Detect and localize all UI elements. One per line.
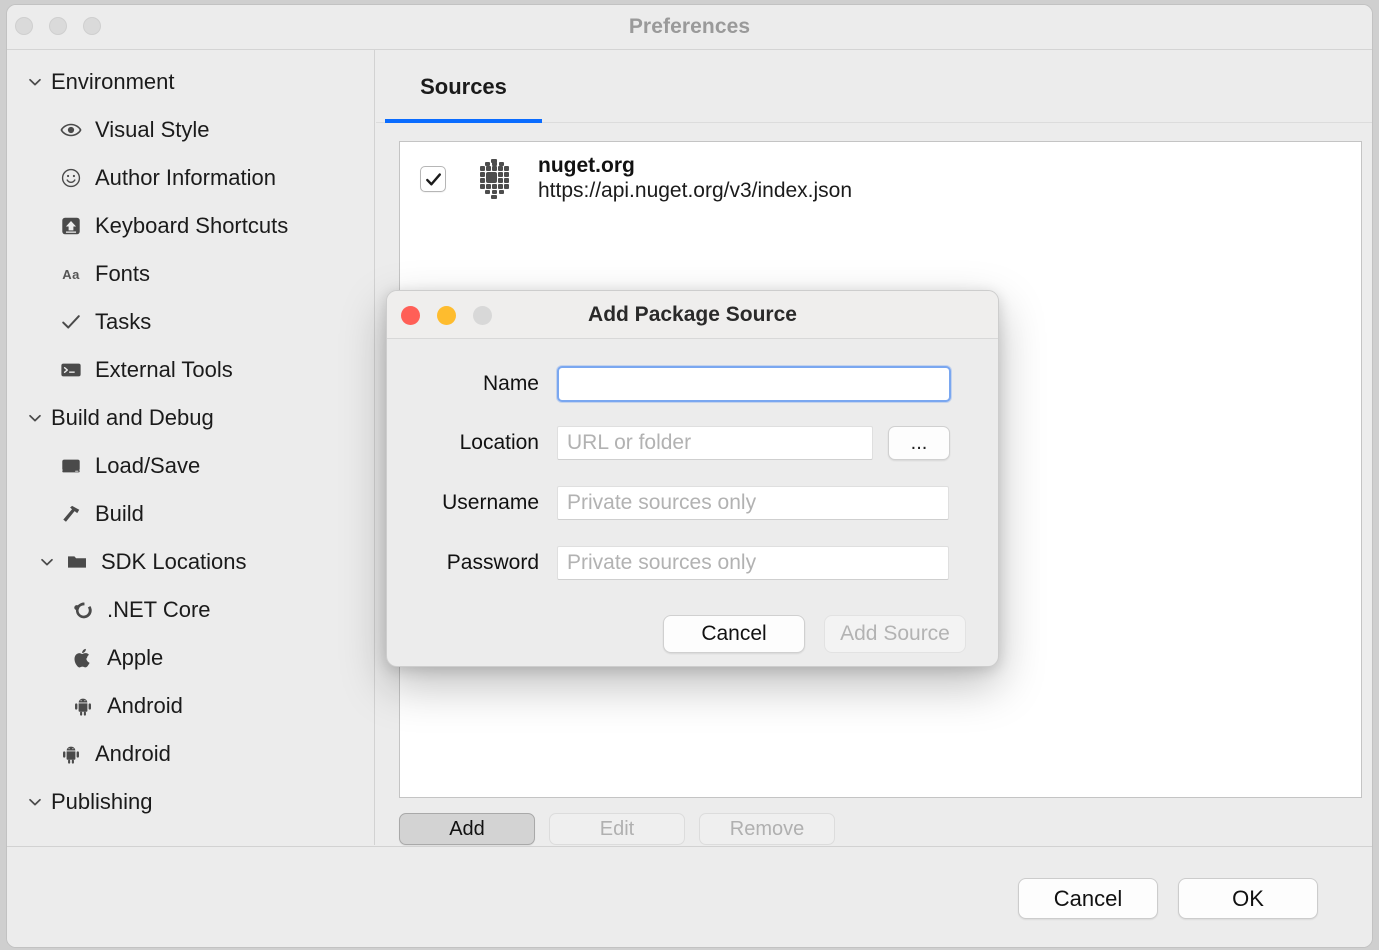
password-field-row: Password Private sources only: [387, 546, 949, 580]
source-enabled-checkbox[interactable]: [420, 166, 446, 192]
sidebar-item-label: Load/Save: [95, 455, 200, 477]
sidebar-item-label: Visual Style: [95, 119, 210, 141]
sidebar-group-label: Environment: [51, 71, 175, 93]
sidebar-item-label: Tasks: [95, 311, 151, 333]
sidebar-item-label: Keyboard Shortcuts: [95, 215, 288, 237]
sidebar-item-android-sdk[interactable]: Android: [7, 682, 374, 730]
sidebar-item-label: Fonts: [95, 263, 150, 285]
sidebar-item-external-tools[interactable]: External Tools: [7, 346, 374, 394]
add-package-source-dialog: Add Package Source Name Location URL or …: [386, 290, 999, 667]
cancel-button[interactable]: Cancel: [1018, 878, 1158, 919]
android-robot-icon: [69, 694, 97, 718]
sidebar-item-label: .NET Core: [107, 599, 211, 621]
list-action-buttons: Add Edit Remove: [399, 813, 835, 845]
sidebar-item-visual-style[interactable]: Visual Style: [7, 106, 374, 154]
smiley-icon: [57, 166, 85, 190]
footer-buttons: Cancel OK: [1018, 878, 1318, 919]
name-field-row: Name: [387, 366, 951, 402]
username-input[interactable]: Private sources only: [557, 486, 949, 520]
tab-label: Sources: [420, 74, 507, 100]
sidebar-group-environment[interactable]: Environment: [7, 58, 374, 106]
window-titlebar: Preferences: [7, 5, 1372, 50]
ok-button[interactable]: OK: [1178, 878, 1318, 919]
dialog-buttons: Cancel Add Source: [663, 615, 966, 653]
dialog-cancel-button[interactable]: Cancel: [663, 615, 805, 653]
chevron-down-icon[interactable]: [25, 408, 45, 428]
keyboard-shift-key-icon: [57, 214, 85, 238]
location-input-placeholder: URL or folder: [567, 431, 691, 455]
chevron-down-icon[interactable]: [25, 72, 45, 92]
dialog-title: Add Package Source: [387, 303, 998, 327]
sidebar-item-label: Android: [95, 743, 171, 765]
browse-button[interactable]: ...: [888, 426, 950, 460]
sidebar-item-tasks[interactable]: Tasks: [7, 298, 374, 346]
nuget-cube-icon: [472, 157, 516, 201]
username-field-row: Username Private sources only: [387, 486, 949, 520]
add-button[interactable]: Add: [399, 813, 535, 845]
sidebar-item-label: SDK Locations: [101, 551, 247, 573]
sidebar-group-label: Build and Debug: [51, 407, 214, 429]
chevron-down-icon[interactable]: [37, 552, 57, 572]
dotnet-core-icon: [69, 598, 97, 622]
checkmark-icon: [424, 170, 443, 189]
hammer-icon: [57, 502, 85, 526]
sidebar-group-label: Publishing: [51, 791, 153, 813]
sidebar-item-fonts[interactable]: Aa Fonts: [7, 250, 374, 298]
add-source-button[interactable]: Add Source: [824, 615, 966, 653]
source-name: nuget.org: [538, 154, 852, 179]
password-input-placeholder: Private sources only: [567, 551, 756, 575]
eye-icon: [57, 118, 85, 142]
sidebar-item-label: Author Information: [95, 167, 276, 189]
sidebar-item-android[interactable]: Android: [7, 730, 374, 778]
disk-drive-icon: [57, 454, 85, 478]
source-url: https://api.nuget.org/v3/index.json: [538, 179, 852, 204]
checkmark-icon: [57, 310, 85, 334]
sidebar-item-author-information[interactable]: Author Information: [7, 154, 374, 202]
tab-bar: Sources: [376, 50, 1373, 123]
preferences-window: Preferences Environment Visual Style Aut…: [6, 4, 1373, 948]
source-info: nuget.org https://api.nuget.org/v3/index…: [538, 154, 852, 204]
name-input[interactable]: [557, 366, 951, 402]
edit-button[interactable]: Edit: [549, 813, 685, 845]
folder-icon: [63, 550, 91, 574]
sidebar-item-label: Build: [95, 503, 144, 525]
name-label: Name: [387, 372, 557, 396]
list-item[interactable]: nuget.org https://api.nuget.org/v3/index…: [400, 142, 1361, 216]
location-field-row: Location URL or folder ...: [387, 426, 950, 460]
preferences-sidebar[interactable]: Environment Visual Style Author Informat…: [7, 50, 375, 845]
dialog-titlebar: Add Package Source: [387, 291, 998, 339]
android-robot-icon: [57, 742, 85, 766]
sidebar-group-publishing[interactable]: Publishing: [7, 778, 374, 826]
window-footer: Cancel OK: [7, 846, 1372, 948]
sidebar-item-label: Android: [107, 695, 183, 717]
apple-logo-icon: [69, 646, 97, 670]
username-label: Username: [387, 491, 557, 515]
location-input[interactable]: URL or folder: [557, 426, 873, 460]
password-input[interactable]: Private sources only: [557, 546, 949, 580]
terminal-icon: [57, 358, 85, 382]
sidebar-group-build-and-debug[interactable]: Build and Debug: [7, 394, 374, 442]
username-input-placeholder: Private sources only: [567, 491, 756, 515]
sidebar-item-label: Apple: [107, 647, 163, 669]
sidebar-item-load-save[interactable]: Load/Save: [7, 442, 374, 490]
sidebar-group-sdk-locations[interactable]: SDK Locations: [7, 538, 374, 586]
location-label: Location: [387, 431, 557, 455]
sidebar-item-build[interactable]: Build: [7, 490, 374, 538]
remove-button[interactable]: Remove: [699, 813, 835, 845]
sidebar-item-dotnet-core[interactable]: .NET Core: [7, 586, 374, 634]
sidebar-item-label: External Tools: [95, 359, 233, 381]
chevron-down-icon[interactable]: [25, 792, 45, 812]
aa-text-icon: Aa: [57, 262, 85, 286]
tab-sources[interactable]: Sources: [385, 50, 542, 123]
page-title: Preferences: [7, 15, 1372, 39]
password-label: Password: [387, 551, 557, 575]
sidebar-item-keyboard-shortcuts[interactable]: Keyboard Shortcuts: [7, 202, 374, 250]
sidebar-item-apple[interactable]: Apple: [7, 634, 374, 682]
